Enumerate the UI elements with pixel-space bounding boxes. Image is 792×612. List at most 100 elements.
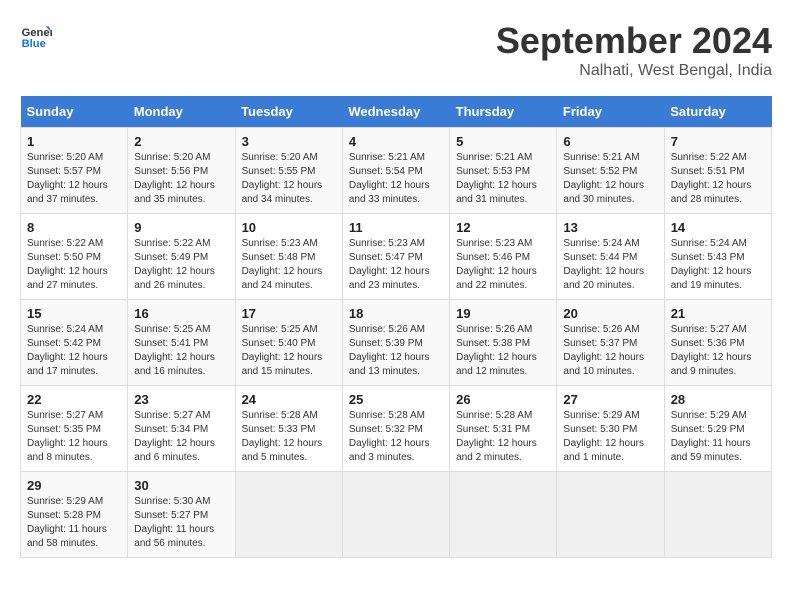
calendar-cell: 12 Sunrise: 5:23 AM Sunset: 5:46 PM Dayli… bbox=[450, 214, 557, 300]
svg-text:General: General bbox=[22, 27, 52, 39]
calendar-cell: 16 Sunrise: 5:25 AM Sunset: 5:41 PM Dayli… bbox=[128, 300, 235, 386]
day-number: 5 bbox=[456, 134, 550, 149]
calendar-cell: 17 Sunrise: 5:25 AM Sunset: 5:40 PM Dayli… bbox=[235, 300, 342, 386]
weekday-header-monday: Monday bbox=[128, 96, 235, 128]
calendar-cell: 26Sunrise: 5:28 AM Sunset: 5:31 PM Dayli… bbox=[450, 386, 557, 472]
calendar-cell: 29Sunrise: 5:29 AM Sunset: 5:28 PM Dayli… bbox=[21, 472, 128, 558]
day-info: Sunrise: 5:20 AM Sunset: 5:57 PM Dayligh… bbox=[27, 151, 121, 207]
calendar-cell bbox=[557, 472, 664, 558]
calendar-cell: 7Sunrise: 5:22 AM Sunset: 5:51 PM Daylig… bbox=[664, 128, 771, 214]
day-info: Sunrise: 5:24 AM Sunset: 5:43 PM Dayligh… bbox=[671, 237, 765, 293]
day-number: 14 bbox=[671, 220, 765, 235]
calendar-cell: 1 Sunrise: 5:20 AM Sunset: 5:57 PM Daylig… bbox=[21, 128, 128, 214]
calendar-cell: 21 Sunrise: 5:27 AM Sunset: 5:36 PM Dayli… bbox=[664, 300, 771, 386]
calendar-cell: 18 Sunrise: 5:26 AM Sunset: 5:39 PM Dayli… bbox=[342, 300, 449, 386]
calendar-cell: 13 Sunrise: 5:24 AM Sunset: 5:44 PM Dayli… bbox=[557, 214, 664, 300]
day-info: Sunrise: 5:30 AM Sunset: 5:27 PM Dayligh… bbox=[134, 495, 228, 551]
calendar-cell: 14 Sunrise: 5:24 AM Sunset: 5:43 PM Dayli… bbox=[664, 214, 771, 300]
calendar-week-1: 1 Sunrise: 5:20 AM Sunset: 5:57 PM Daylig… bbox=[21, 128, 772, 214]
weekday-header-friday: Friday bbox=[557, 96, 664, 128]
calendar-cell: 11 Sunrise: 5:23 AM Sunset: 5:47 PM Dayli… bbox=[342, 214, 449, 300]
day-info: Sunrise: 5:24 AM Sunset: 5:44 PM Dayligh… bbox=[563, 237, 657, 293]
weekday-row: SundayMondayTuesdayWednesdayThursdayFrid… bbox=[21, 96, 772, 128]
day-info: Sunrise: 5:23 AM Sunset: 5:48 PM Dayligh… bbox=[242, 237, 336, 293]
day-info: Sunrise: 5:21 AM Sunset: 5:53 PM Dayligh… bbox=[456, 151, 550, 207]
day-number: 30 bbox=[134, 478, 228, 493]
title-block: September 2024 Nalhati, West Bengal, Ind… bbox=[496, 20, 772, 80]
day-number: 21 bbox=[671, 306, 765, 321]
day-number: 8 bbox=[27, 220, 121, 235]
day-info: Sunrise: 5:21 AM Sunset: 5:52 PM Dayligh… bbox=[563, 151, 657, 207]
calendar-cell: 25Sunrise: 5:28 AM Sunset: 5:32 PM Dayli… bbox=[342, 386, 449, 472]
calendar-cell: 22Sunrise: 5:27 AM Sunset: 5:35 PM Dayli… bbox=[21, 386, 128, 472]
calendar-week-5: 29Sunrise: 5:29 AM Sunset: 5:28 PM Dayli… bbox=[21, 472, 772, 558]
calendar-cell bbox=[664, 472, 771, 558]
calendar-cell: 27Sunrise: 5:29 AM Sunset: 5:30 PM Dayli… bbox=[557, 386, 664, 472]
day-info: Sunrise: 5:28 AM Sunset: 5:32 PM Dayligh… bbox=[349, 409, 443, 465]
day-info: Sunrise: 5:22 AM Sunset: 5:51 PM Dayligh… bbox=[671, 151, 765, 207]
calendar-cell: 3Sunrise: 5:20 AM Sunset: 5:55 PM Daylig… bbox=[235, 128, 342, 214]
day-info: Sunrise: 5:25 AM Sunset: 5:40 PM Dayligh… bbox=[242, 323, 336, 379]
day-info: Sunrise: 5:27 AM Sunset: 5:35 PM Dayligh… bbox=[27, 409, 121, 465]
day-number: 18 bbox=[349, 306, 443, 321]
day-number: 15 bbox=[27, 306, 121, 321]
day-info: Sunrise: 5:26 AM Sunset: 5:37 PM Dayligh… bbox=[563, 323, 657, 379]
day-info: Sunrise: 5:20 AM Sunset: 5:55 PM Dayligh… bbox=[242, 151, 336, 207]
day-number: 23 bbox=[134, 392, 228, 407]
day-info: Sunrise: 5:20 AM Sunset: 5:56 PM Dayligh… bbox=[134, 151, 228, 207]
day-number: 10 bbox=[242, 220, 336, 235]
calendar-week-3: 15 Sunrise: 5:24 AM Sunset: 5:42 PM Dayli… bbox=[21, 300, 772, 386]
day-info: Sunrise: 5:27 AM Sunset: 5:36 PM Dayligh… bbox=[671, 323, 765, 379]
calendar-cell bbox=[450, 472, 557, 558]
day-info: Sunrise: 5:24 AM Sunset: 5:42 PM Dayligh… bbox=[27, 323, 121, 379]
calendar-cell: 2 Sunrise: 5:20 AM Sunset: 5:56 PM Daylig… bbox=[128, 128, 235, 214]
day-number: 26 bbox=[456, 392, 550, 407]
day-number: 11 bbox=[349, 220, 443, 235]
day-number: 1 bbox=[27, 134, 121, 149]
day-number: 28 bbox=[671, 392, 765, 407]
page-header: General Blue September 2024 Nalhati, Wes… bbox=[20, 20, 772, 80]
calendar-cell: 8Sunrise: 5:22 AM Sunset: 5:50 PM Daylig… bbox=[21, 214, 128, 300]
calendar-cell: 9Sunrise: 5:22 AM Sunset: 5:49 PM Daylig… bbox=[128, 214, 235, 300]
day-info: Sunrise: 5:29 AM Sunset: 5:30 PM Dayligh… bbox=[563, 409, 657, 465]
day-number: 24 bbox=[242, 392, 336, 407]
day-number: 6 bbox=[563, 134, 657, 149]
location: Nalhati, West Bengal, India bbox=[496, 62, 772, 80]
day-info: Sunrise: 5:29 AM Sunset: 5:28 PM Dayligh… bbox=[27, 495, 121, 551]
logo: General Blue bbox=[20, 20, 52, 52]
month-title: September 2024 bbox=[496, 20, 772, 62]
calendar-cell bbox=[235, 472, 342, 558]
day-number: 17 bbox=[242, 306, 336, 321]
day-info: Sunrise: 5:26 AM Sunset: 5:39 PM Dayligh… bbox=[349, 323, 443, 379]
calendar-week-2: 8Sunrise: 5:22 AM Sunset: 5:50 PM Daylig… bbox=[21, 214, 772, 300]
calendar-cell: 4Sunrise: 5:21 AM Sunset: 5:54 PM Daylig… bbox=[342, 128, 449, 214]
calendar-cell: 10 Sunrise: 5:23 AM Sunset: 5:48 PM Dayli… bbox=[235, 214, 342, 300]
day-info: Sunrise: 5:21 AM Sunset: 5:54 PM Dayligh… bbox=[349, 151, 443, 207]
day-info: Sunrise: 5:23 AM Sunset: 5:47 PM Dayligh… bbox=[349, 237, 443, 293]
day-info: Sunrise: 5:28 AM Sunset: 5:33 PM Dayligh… bbox=[242, 409, 336, 465]
day-number: 2 bbox=[134, 134, 228, 149]
day-number: 13 bbox=[563, 220, 657, 235]
calendar-cell: 6 Sunrise: 5:21 AM Sunset: 5:52 PM Daylig… bbox=[557, 128, 664, 214]
day-number: 12 bbox=[456, 220, 550, 235]
svg-text:Blue: Blue bbox=[22, 38, 46, 50]
day-number: 16 bbox=[134, 306, 228, 321]
day-info: Sunrise: 5:26 AM Sunset: 5:38 PM Dayligh… bbox=[456, 323, 550, 379]
day-info: Sunrise: 5:25 AM Sunset: 5:41 PM Dayligh… bbox=[134, 323, 228, 379]
calendar-cell: 28 Sunrise: 5:29 AM Sunset: 5:29 PM Dayli… bbox=[664, 386, 771, 472]
calendar-header: SundayMondayTuesdayWednesdayThursdayFrid… bbox=[21, 96, 772, 128]
day-info: Sunrise: 5:23 AM Sunset: 5:46 PM Dayligh… bbox=[456, 237, 550, 293]
logo-icon: General Blue bbox=[20, 20, 52, 52]
day-number: 9 bbox=[134, 220, 228, 235]
day-number: 19 bbox=[456, 306, 550, 321]
calendar-cell: 23 Sunrise: 5:27 AM Sunset: 5:34 PM Dayli… bbox=[128, 386, 235, 472]
calendar-cell: 5 Sunrise: 5:21 AM Sunset: 5:53 PM Daylig… bbox=[450, 128, 557, 214]
day-info: Sunrise: 5:27 AM Sunset: 5:34 PM Dayligh… bbox=[134, 409, 228, 465]
calendar-cell: 20Sunrise: 5:26 AM Sunset: 5:37 PM Dayli… bbox=[557, 300, 664, 386]
calendar-cell bbox=[342, 472, 449, 558]
calendar-week-4: 22Sunrise: 5:27 AM Sunset: 5:35 PM Dayli… bbox=[21, 386, 772, 472]
weekday-header-tuesday: Tuesday bbox=[235, 96, 342, 128]
day-info: Sunrise: 5:29 AM Sunset: 5:29 PM Dayligh… bbox=[671, 409, 765, 465]
weekday-header-saturday: Saturday bbox=[664, 96, 771, 128]
calendar-cell: 24 Sunrise: 5:28 AM Sunset: 5:33 PM Dayli… bbox=[235, 386, 342, 472]
